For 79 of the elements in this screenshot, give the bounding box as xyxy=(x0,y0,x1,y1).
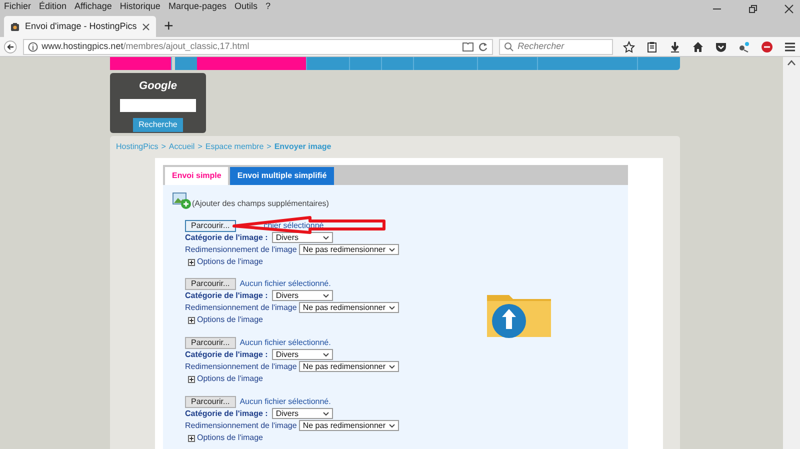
file-status: Aucun fichier sélectionné. xyxy=(240,278,331,290)
search-field[interactable]: Rechercher xyxy=(498,38,613,54)
options-link[interactable]: Options de l'image xyxy=(197,314,264,326)
search-icon xyxy=(504,42,514,52)
reader-icon[interactable] xyxy=(462,42,474,52)
clipboard-icon[interactable] xyxy=(646,40,658,52)
chevron-icon xyxy=(388,248,395,252)
menu-item[interactable]: Édition xyxy=(39,0,67,12)
add-fields-link[interactable]: (Ajouter des champs supplémentaires) xyxy=(192,198,329,210)
extension-icon[interactable] xyxy=(738,40,750,52)
search-input[interactable] xyxy=(120,98,196,112)
star-icon[interactable] xyxy=(623,40,635,52)
expand-icon[interactable] xyxy=(188,434,195,442)
chevron-icon xyxy=(388,364,395,368)
resize-select[interactable]: Ne pas redimensionner xyxy=(298,244,399,255)
category-label: Catégorie de l'image : xyxy=(185,232,268,244)
restore-icon[interactable] xyxy=(748,4,758,14)
chevron-icon xyxy=(322,352,329,356)
chevron-icon xyxy=(322,294,329,298)
chevron-icon xyxy=(388,424,395,428)
resize-select[interactable]: Ne pas redimensionner xyxy=(298,420,399,431)
chevron-icon xyxy=(388,306,395,310)
close-icon[interactable] xyxy=(142,22,150,30)
browse-button[interactable]: Parcourir... xyxy=(185,278,236,290)
options-link[interactable]: Options de l'image xyxy=(197,256,264,268)
expand-icon[interactable] xyxy=(188,258,195,266)
menu-item[interactable]: Affichage xyxy=(74,0,112,12)
favicon-icon xyxy=(10,22,20,32)
category-label: Catégorie de l'image : xyxy=(185,348,268,360)
back-icon[interactable] xyxy=(4,38,17,54)
breadcrumb-separator: > xyxy=(161,141,166,153)
resize-label: Redimensionnement de l'image xyxy=(185,244,297,256)
menu-item[interactable]: Historique xyxy=(120,0,160,12)
menu-item[interactable]: Marque-pages xyxy=(168,0,226,12)
options-link[interactable]: Options de l'image xyxy=(197,432,264,444)
address-field[interactable]: www.hostingpics.net/membres/ajout_classic,17.html xyxy=(22,38,493,54)
add-image-icon[interactable] xyxy=(172,192,192,210)
file-status: Aucun fichier sélectionné. xyxy=(240,396,331,408)
scrollbar[interactable] xyxy=(783,57,800,449)
menu-item[interactable]: Outils xyxy=(234,0,258,12)
upload-tab[interactable]: Envoi multiple simplifié xyxy=(230,167,334,185)
browse-button[interactable]: Parcourir... xyxy=(185,396,236,408)
breadcrumb-separator: > xyxy=(198,141,202,153)
menu-icon[interactable] xyxy=(784,40,796,52)
breadcrumb-current: Envoyer image xyxy=(274,141,332,153)
chevron-icon xyxy=(322,412,329,416)
chevron-icon xyxy=(322,236,329,240)
resize-label: Redimensionnement de l'image xyxy=(185,420,297,432)
resize-select[interactable]: Ne pas redimensionner xyxy=(298,302,399,313)
category-select[interactable]: Divers xyxy=(272,232,333,243)
reload-icon[interactable] xyxy=(478,42,488,52)
browse-button[interactable]: Parcourir... xyxy=(185,220,236,232)
category-label: Catégorie de l'image : xyxy=(185,290,268,302)
resize-label: Redimensionnement de l'image xyxy=(185,302,297,314)
file-status: Aucun fichier sélectionné. xyxy=(240,336,331,348)
expand-icon[interactable] xyxy=(188,376,195,382)
category-select[interactable]: Divers xyxy=(272,408,333,419)
resize-label: Redimensionnement de l'image xyxy=(185,360,297,372)
category-select[interactable]: Divers xyxy=(272,290,333,301)
options-link[interactable]: Options de l'image xyxy=(197,373,264,385)
menu-item[interactable]: Fichier xyxy=(4,0,32,12)
search-panel-title: Google xyxy=(139,79,177,94)
breadcrumb-separator: > xyxy=(266,141,272,153)
close-icon[interactable] xyxy=(784,4,794,14)
new-tab-button[interactable]: + xyxy=(164,17,174,37)
url-text: www.hostingpics.net/membres/ajout_classic,17.html xyxy=(42,40,250,53)
stop-sign-icon[interactable] xyxy=(761,40,773,52)
resize-select[interactable]: Ne pas redimensionner xyxy=(298,361,399,372)
browse-button[interactable]: Parcourir... xyxy=(185,336,236,348)
category-select[interactable]: Divers xyxy=(272,349,333,360)
download-icon[interactable] xyxy=(669,40,681,52)
info-icon xyxy=(28,42,38,52)
home-icon[interactable] xyxy=(692,40,704,52)
upload-tab[interactable]: Envoi simple xyxy=(165,167,228,185)
browser-tab[interactable]: Envoi d'image - HostingPics xyxy=(4,16,156,37)
category-label: Catégorie de l'image : xyxy=(185,408,268,420)
expand-icon[interactable] xyxy=(188,316,195,324)
pocket-icon[interactable] xyxy=(715,40,727,52)
menu-item[interactable]: ? xyxy=(266,0,271,12)
